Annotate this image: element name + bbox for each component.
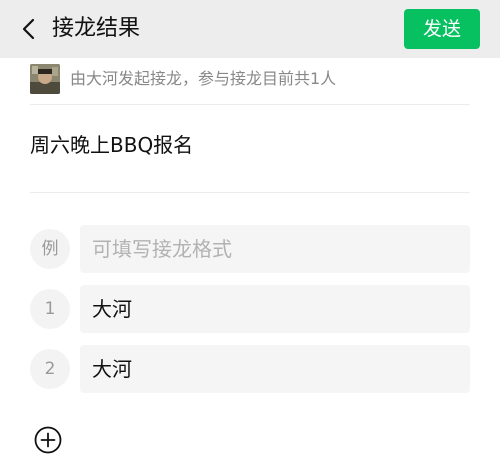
entry-input[interactable]: 大河 xyxy=(80,285,470,333)
example-row: 例 可填写接龙格式 xyxy=(30,225,470,273)
initiator-info: 由大河发起接龙，参与接龙目前共1人 xyxy=(70,69,337,88)
initiator-row: 由大河发起接龙，参与接龙目前共1人 xyxy=(30,64,470,98)
example-marker: 例 xyxy=(30,229,70,269)
topic-title[interactable]: 周六晚上BBQ报名 xyxy=(30,132,193,158)
avatar[interactable] xyxy=(30,64,60,94)
list-item: 1 大河 xyxy=(30,285,470,333)
back-icon[interactable] xyxy=(18,17,42,41)
top-bar: 接龙结果 发送 xyxy=(0,0,500,58)
divider xyxy=(30,104,470,105)
entry-number: 1 xyxy=(30,289,70,329)
plus-circle-icon[interactable] xyxy=(33,425,63,455)
entry-number: 2 xyxy=(30,349,70,389)
example-format-input[interactable]: 可填写接龙格式 xyxy=(80,225,470,273)
entry-name: 大河 xyxy=(92,357,132,381)
example-placeholder: 可填写接龙格式 xyxy=(92,237,232,261)
avatar-image xyxy=(30,64,60,94)
list-item: 2 大河 xyxy=(30,345,470,393)
page-title: 接龙结果 xyxy=(52,16,141,41)
send-button[interactable]: 发送 xyxy=(404,9,480,49)
divider xyxy=(30,192,470,193)
entry-input[interactable]: 大河 xyxy=(80,345,470,393)
entry-name: 大河 xyxy=(92,297,132,321)
